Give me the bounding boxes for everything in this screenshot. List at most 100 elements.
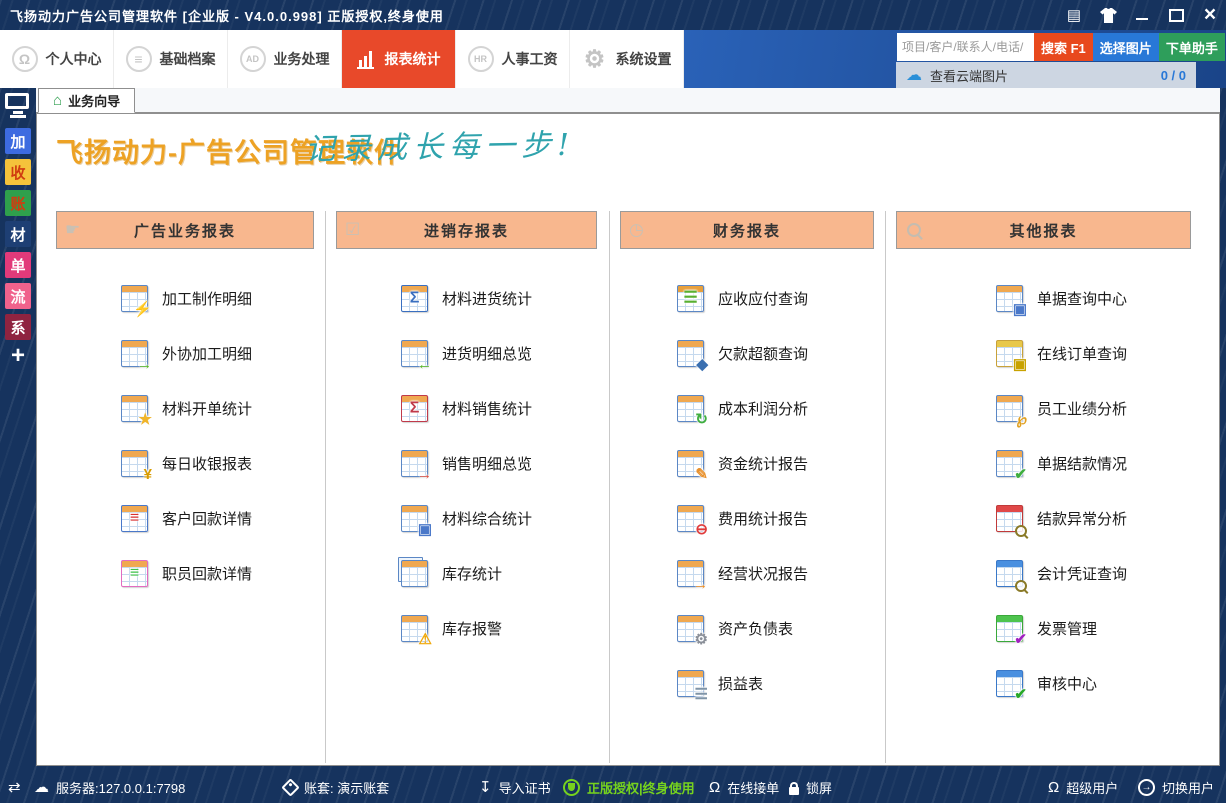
report-item[interactable]: ✎资金统计报告	[620, 436, 874, 491]
nav-tab-report-stats[interactable]: 报表统计	[342, 30, 456, 88]
switch-user-button[interactable]: → 切换用户	[1138, 772, 1214, 803]
report-item[interactable]: ≡客户回款详情	[56, 491, 314, 546]
window-controls: ▤ ×	[1064, 0, 1220, 30]
left-sidebar: 加收账材单流系 +	[0, 88, 36, 772]
report-item[interactable]: ▣在线订单查询	[896, 326, 1191, 381]
report-item[interactable]: ℘员工业绩分析	[896, 381, 1191, 436]
report-item[interactable]: ↻成本利润分析	[620, 381, 874, 436]
import-cert-button[interactable]: ↧ 导入证书	[479, 772, 551, 803]
nav-tab-hr-payroll[interactable]: HR人事工资	[456, 30, 570, 88]
clipboard-icon[interactable]: ▤	[1064, 4, 1084, 26]
report-item[interactable]: ✔单据结款情况	[896, 436, 1191, 491]
skin-theme-icon[interactable]	[1098, 4, 1118, 26]
tab-business-wizard[interactable]: ⌂ 业务向导	[38, 88, 135, 113]
table-lightning-icon: ⚡	[121, 285, 148, 312]
report-item-label: 外协加工明细	[162, 343, 252, 364]
report-item[interactable]: ☰应收应付查询	[620, 271, 874, 326]
shield-icon	[563, 779, 580, 796]
report-item[interactable]: ◆ 欠款超额查询	[620, 326, 874, 381]
gear-icon: ⚙	[582, 46, 608, 72]
column-finance-reports: ◷ 财务报表 ☰应收应付查询◆欠款超额查询↻成本利润分析✎资金统计报告⊖费用统计…	[620, 211, 874, 711]
report-item[interactable]: ✔发票管理	[896, 601, 1191, 656]
content-panel: 飞扬动力-广告公司管理软件 记录成长每一步! ☛ 广告业务报表 ⚡加工制作明细→…	[36, 113, 1220, 766]
column-separator	[609, 211, 610, 763]
report-item[interactable]: ✔审核中心	[896, 656, 1191, 711]
report-item-label: 结款异常分析	[1037, 508, 1127, 529]
table-bucket-icon: ◆	[677, 340, 704, 367]
report-item[interactable]: ▣ 材料综合统计	[336, 491, 597, 546]
main-navbar: Ω个人中心≡基础档案AD业务处理报表统计HR人事工资⚙系统设置 搜索 F1 选择…	[0, 30, 1226, 88]
nav-tab-business-process[interactable]: AD业务处理	[228, 30, 342, 88]
house-icon: ⌂	[53, 92, 62, 109]
report-item[interactable]: ⚠库存报警	[336, 601, 597, 656]
order-helper-button[interactable]: 下单助手	[1159, 33, 1225, 61]
report-item[interactable]: ≡职员回款详情	[56, 546, 314, 601]
table-check-pencil-icon: ✔	[996, 450, 1023, 477]
tag-icon	[281, 778, 299, 796]
report-item[interactable]: ¥每日收银报表	[56, 436, 314, 491]
column-separator	[885, 211, 886, 763]
server-status: ☁ 服务器:127.0.0.1:7798	[34, 772, 185, 803]
report-item[interactable]: →销售明细总览	[336, 436, 597, 491]
report-item[interactable]: ▣单据查询中心	[896, 271, 1191, 326]
sidebar-item-system[interactable]: 系	[5, 314, 31, 340]
sidebar-item-material[interactable]: 材	[5, 221, 31, 247]
user-icon: Ω	[1048, 780, 1059, 795]
nav-tab-system-settings[interactable]: ⚙系统设置	[570, 30, 684, 88]
current-user[interactable]: Ω 超级用户	[1048, 772, 1118, 803]
report-item-label: 材料进货统计	[442, 288, 532, 309]
cloud-count: 0 / 0	[1161, 68, 1186, 83]
report-item[interactable]: 库存统计	[336, 546, 597, 601]
table-database-icon: ☰	[677, 670, 704, 697]
report-item[interactable]: ⊖费用统计报告	[620, 491, 874, 546]
table-minus-icon: ⊖	[677, 505, 704, 532]
sidebar-item-add[interactable]: 加	[5, 128, 31, 154]
sync-toggle[interactable]: ⇄	[8, 772, 21, 803]
report-item-label: 材料综合统计	[442, 508, 532, 529]
minimize-icon[interactable]	[1132, 4, 1152, 26]
table-check-green-icon: ✔	[996, 670, 1023, 697]
table-sigma-red-icon: Σ	[401, 395, 428, 422]
search-button[interactable]: 搜索 F1	[1034, 33, 1093, 61]
nav-tab-basic-archives[interactable]: ≡基础档案	[114, 30, 228, 88]
sidebar-item-receive[interactable]: 收	[5, 159, 31, 185]
column-title: 财务报表	[713, 220, 781, 241]
report-item[interactable]: Σ材料销售统计	[336, 381, 597, 436]
report-item[interactable]: 结款异常分析	[896, 491, 1191, 546]
sidebar-item-monitor[interactable]	[5, 93, 31, 123]
report-item[interactable]: →经营状况报告	[620, 546, 874, 601]
table-pencil-icon: ✎	[677, 450, 704, 477]
sidebar-item-flow[interactable]: 流	[5, 283, 31, 309]
nav-tab-personal-center[interactable]: Ω个人中心	[0, 30, 114, 88]
report-item[interactable]: ⚡加工制作明细	[56, 271, 314, 326]
report-item[interactable]: ☰损益表	[620, 656, 874, 711]
view-cloud-images[interactable]: ☁ 查看云端图片 0 / 0	[896, 62, 1196, 88]
report-item-label: 单据查询中心	[1037, 288, 1127, 309]
table-refresh-icon: ↻	[677, 395, 704, 422]
search-input[interactable]	[897, 33, 1034, 61]
table-bars-green-icon: ≡	[121, 560, 148, 587]
report-item[interactable]: ★材料开单统计	[56, 381, 314, 436]
table-save-icon: ▣	[401, 505, 428, 532]
nav-tab-label: 人事工资	[502, 49, 558, 69]
report-item[interactable]: →外协加工明细	[56, 326, 314, 381]
report-item[interactable]: ←进货明细总览	[336, 326, 597, 381]
page-tab-label: 业务向导	[68, 91, 120, 110]
report-item[interactable]: 会计凭证查询	[896, 546, 1191, 601]
pick-image-button[interactable]: 选择图片	[1093, 33, 1159, 61]
cloud-icon: ☁	[906, 65, 922, 85]
report-item-label: 欠款超额查询	[718, 343, 808, 364]
online-order-button[interactable]: Ω 在线接单	[709, 772, 779, 803]
maximize-icon[interactable]	[1166, 4, 1186, 26]
sidebar-item-account[interactable]: 账	[5, 190, 31, 216]
import-cert-label: 导入证书	[499, 778, 551, 797]
lock-icon	[789, 787, 799, 795]
nav-tab-label: 业务处理	[274, 49, 330, 69]
search-row: 搜索 F1 选择图片 下单助手	[897, 33, 1225, 61]
lock-screen-button[interactable]: 锁屏	[789, 772, 832, 803]
report-item[interactable]: ⚙资产负债表	[620, 601, 874, 656]
sidebar-item-order[interactable]: 单	[5, 252, 31, 278]
sidebar-item-plus[interactable]: +	[11, 345, 25, 367]
report-item[interactable]: Σ材料进货统计	[336, 271, 597, 326]
close-icon[interactable]: ×	[1200, 4, 1220, 26]
